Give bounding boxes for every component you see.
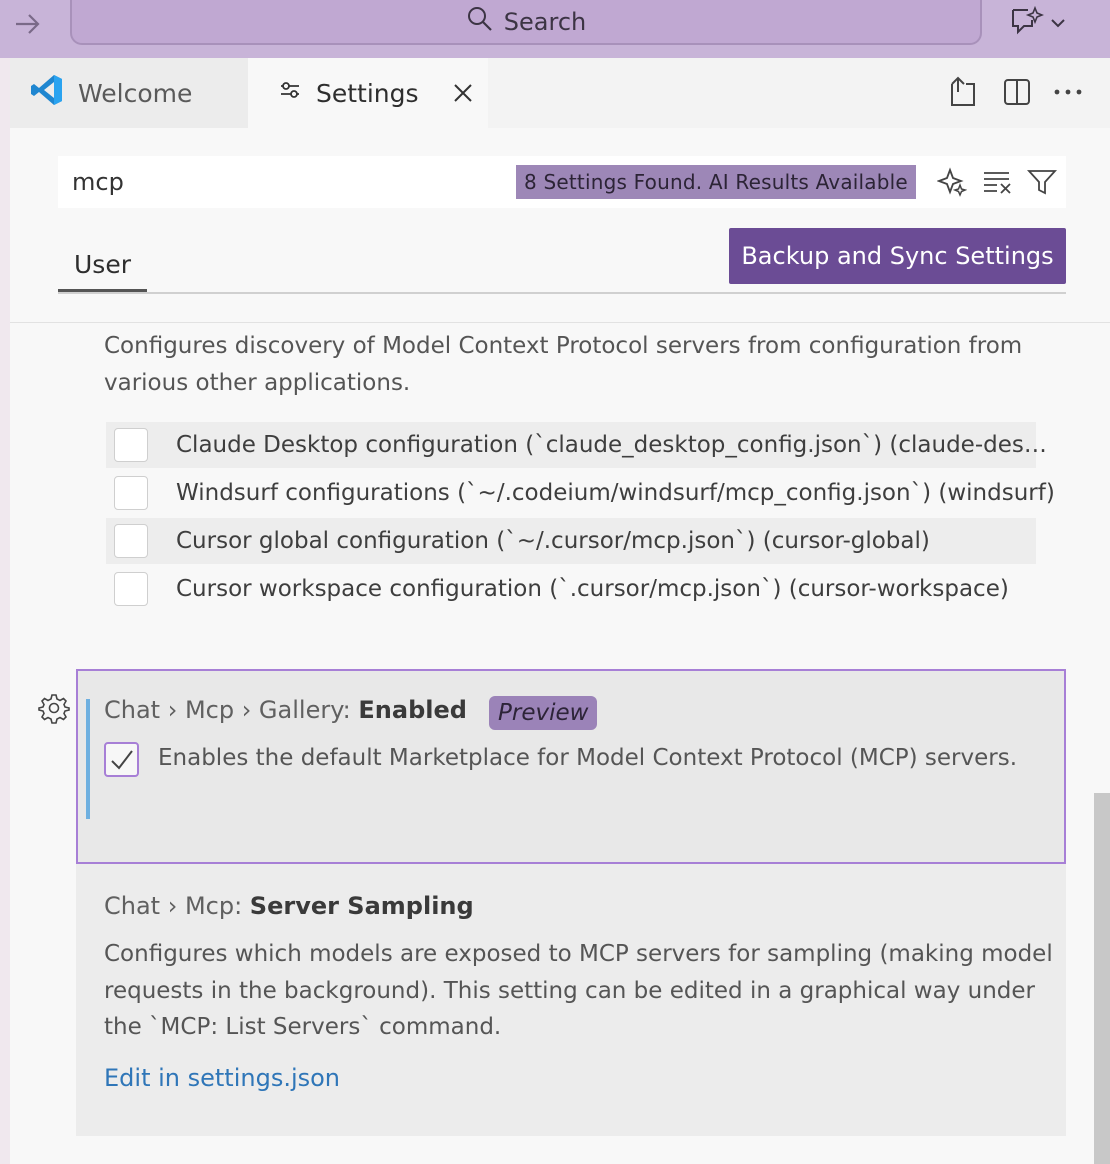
tab-user[interactable]: User <box>58 240 147 292</box>
setting-description: Configures which models are exposed to M… <box>104 941 1053 1040</box>
split-editor-icon[interactable] <box>999 74 1035 110</box>
checkbox-label: Cursor global configuration (`~/.cursor/… <box>176 528 930 554</box>
checkbox-label: Windsurf configurations (`~/.codeium/win… <box>176 480 1055 506</box>
checkbox[interactable] <box>114 572 148 606</box>
backup-sync-button[interactable]: Backup and Sync Settings <box>729 228 1066 284</box>
clear-filter-icon[interactable] <box>982 166 1014 198</box>
checkbox-checked[interactable] <box>104 742 139 777</box>
setting-description: Enables the default Marketplace for Mode… <box>158 745 1018 771</box>
settings-sliders-icon <box>278 78 302 108</box>
setting-description: Configures discovery of Model Context Pr… <box>104 333 1023 396</box>
activity-strip <box>0 58 10 1164</box>
search-icon <box>466 5 494 39</box>
tab-label: Welcome <box>78 78 193 108</box>
checkbox[interactable] <box>114 524 148 558</box>
setting-title: Chat › Mcp › Gallery: Enabled <box>104 696 467 724</box>
more-actions-icon[interactable] <box>1050 74 1086 110</box>
list-item[interactable]: Claude Desktop configuration (`claude_de… <box>106 422 1047 468</box>
divider <box>58 292 1066 294</box>
list-item[interactable]: Cursor global configuration (`~/.cursor/… <box>106 518 1036 564</box>
sparkle-chat-icon <box>1010 5 1045 40</box>
tab-settings[interactable]: Settings <box>248 58 488 128</box>
ai-sparkle-icon[interactable] <box>936 166 968 198</box>
checkbox-label: Cursor workspace configuration (`.cursor… <box>176 576 1009 602</box>
checkbox-label: Claude Desktop configuration (`claude_de… <box>176 432 1047 458</box>
list-item[interactable]: Windsurf configurations (`~/.codeium/win… <box>106 470 1055 516</box>
checkbox[interactable] <box>114 428 148 462</box>
checkbox[interactable] <box>114 476 148 510</box>
checkmark-icon <box>110 749 133 770</box>
tab-welcome[interactable]: Welcome <box>10 58 248 128</box>
results-count-badge: 8 Settings Found. AI Results Available <box>516 165 916 199</box>
filter-icon[interactable] <box>1026 166 1058 198</box>
preview-badge: Preview <box>489 696 598 730</box>
chat-menu[interactable] <box>1010 5 1070 40</box>
arrow-right-icon[interactable] <box>12 10 44 38</box>
tab-label: Settings <box>316 78 419 108</box>
divider <box>10 322 1110 323</box>
chevron-down-icon <box>1050 14 1066 33</box>
settings-search-input[interactable]: mcp 8 Settings Found. AI Results Availab… <box>58 156 1066 208</box>
gear-icon[interactable] <box>38 692 70 724</box>
open-settings-json-icon[interactable] <box>944 74 980 110</box>
scrollbar[interactable] <box>1094 793 1110 1164</box>
setting-title: Chat › Mcp: Server Sampling <box>104 892 474 920</box>
list-item[interactable]: Cursor workspace configuration (`.cursor… <box>106 566 1036 612</box>
close-icon[interactable] <box>453 77 473 110</box>
command-center-search[interactable]: Search <box>70 0 982 45</box>
vscode-logo-icon <box>30 73 64 113</box>
search-placeholder: Search <box>503 7 587 36</box>
edit-settings-json-link[interactable]: Edit in settings.json <box>104 1064 340 1092</box>
modified-indicator <box>86 699 90 819</box>
